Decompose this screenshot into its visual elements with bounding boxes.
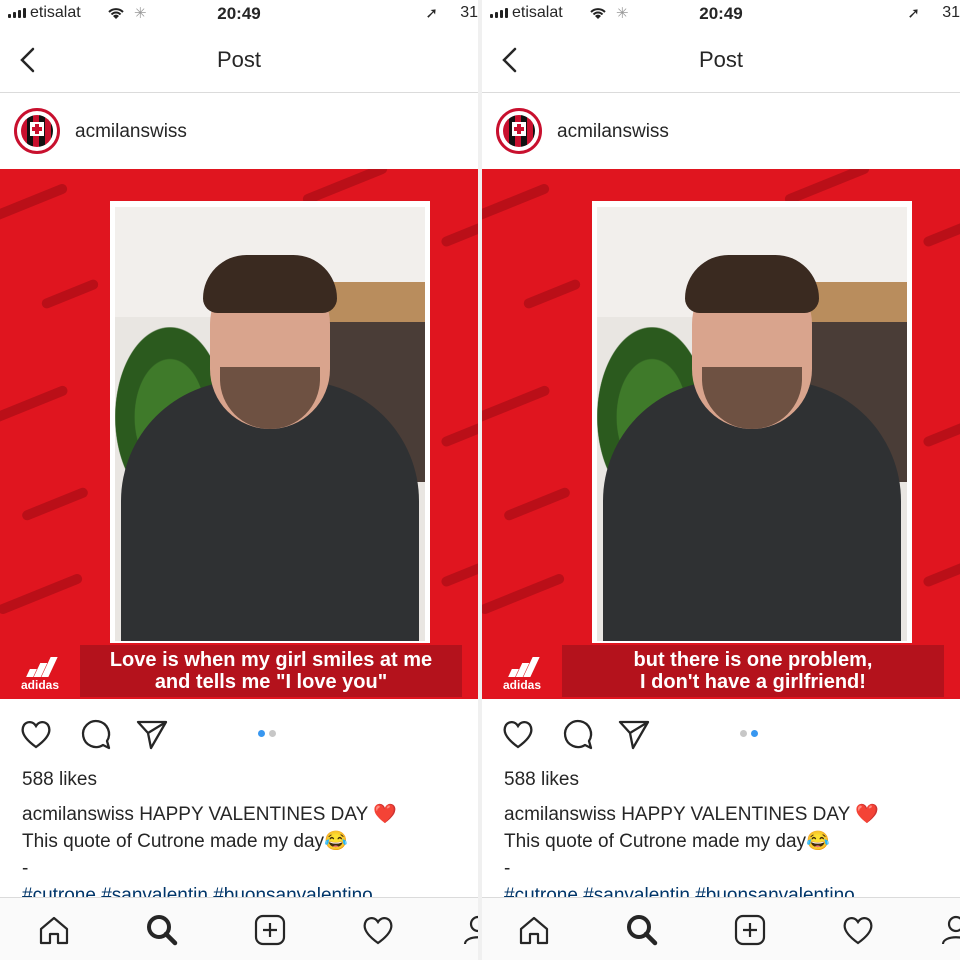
description-dash: - [22,858,29,879]
description-dash: - [504,858,511,879]
post-media[interactable]: but there is one problem, I don't have a… [482,169,960,699]
description-text-2: This quote of Cutrone made my day [22,831,325,852]
action-bar [482,700,960,768]
comment-icon[interactable] [559,716,595,752]
page-title: Post [698,47,744,72]
carousel-indicator [258,730,276,737]
post-description: acmilanswiss HAPPY VALENTINES DAY ❤️ Thi… [22,801,468,909]
post-media[interactable]: Love is when my girl smiles at me and te… [0,169,478,699]
description-username[interactable]: acmilanswiss [504,804,616,825]
description-text-1: HAPPY VALENTINES DAY [139,804,368,825]
sponsor-label: adidas [502,678,541,692]
action-bar [0,700,478,768]
like-count[interactable]: 588 likes [22,769,97,791]
profile-icon[interactable] [938,912,960,948]
battery-percent: 31 [460,4,478,21]
post-username[interactable]: acmilanswiss [557,121,669,143]
add-icon[interactable] [732,912,768,948]
status-bar: etisalat ✳ 20:49 ➚ 31 [482,0,960,28]
subtitle-line-1: but there is one problem, [633,649,873,671]
share-icon[interactable] [134,716,170,752]
location-arrow-icon: ➚ [425,5,438,22]
post-username[interactable]: acmilanswiss [75,121,187,143]
post-header: acmilanswiss [0,93,478,169]
video-frame [592,201,912,643]
post-description: acmilanswiss HAPPY VALENTINES DAY ❤️ Thi… [504,801,950,909]
tab-bar [0,897,478,960]
adidas-logo: adidas [12,655,68,692]
carousel-dot-1 [258,730,265,737]
carousel-dot-1 [740,730,747,737]
laughing-emoji: 😂 [806,831,830,852]
clock: 20:49 [699,4,743,23]
heart-icon[interactable] [18,716,54,752]
status-bar: etisalat ✳ 20:49 ➚ 31 [0,0,478,28]
sponsor-label: adidas [20,678,59,692]
avatar[interactable] [14,108,60,154]
battery-percent: 31 [942,4,960,21]
home-icon[interactable] [516,912,552,948]
avatar[interactable] [496,108,542,154]
subtitle-line-1: Love is when my girl smiles at me [109,649,433,671]
nav-bar: Post [482,28,960,93]
share-icon[interactable] [616,716,652,752]
heart-emoji: ❤️ [855,804,879,825]
adidas-logo: adidas [494,655,550,692]
heart-icon[interactable] [500,716,536,752]
nav-bar: Post [0,28,478,93]
video-frame [110,201,430,643]
tab-bar [482,897,960,960]
like-count[interactable]: 588 likes [504,769,579,791]
search-icon[interactable] [624,912,660,948]
carousel-dot-2 [751,730,758,737]
description-text-1: HAPPY VALENTINES DAY [621,804,850,825]
video-subtitle: Love is when my girl smiles at me and te… [80,645,462,697]
description-text-2: This quote of Cutrone made my day [504,831,807,852]
laughing-emoji: 😂 [324,831,348,852]
screenshot-left: etisalat ✳ 20:49 ➚ 31 Post acmilanswiss … [0,0,478,960]
home-icon[interactable] [36,912,72,948]
activity-heart-icon[interactable] [840,912,876,948]
post-header: acmilanswiss [482,93,960,169]
subtitle-line-2: and tells me "I love you" [154,671,388,693]
description-username[interactable]: acmilanswiss [22,804,134,825]
carousel-dot-2 [269,730,276,737]
screenshot-right: etisalat ✳ 20:49 ➚ 31 Post acmilanswiss … [482,0,960,960]
profile-icon[interactable] [460,912,478,948]
activity-heart-icon[interactable] [360,912,396,948]
clock: 20:49 [217,4,261,23]
carousel-indicator [740,730,758,737]
subtitle-line-2: I don't have a girlfriend! [640,671,866,693]
heart-emoji: ❤️ [373,804,397,825]
comment-icon[interactable] [77,716,113,752]
add-icon[interactable] [252,912,288,948]
video-subtitle: but there is one problem, I don't have a… [562,645,944,697]
page-title: Post [216,47,262,72]
search-icon[interactable] [144,912,180,948]
location-arrow-icon: ➚ [907,5,920,22]
